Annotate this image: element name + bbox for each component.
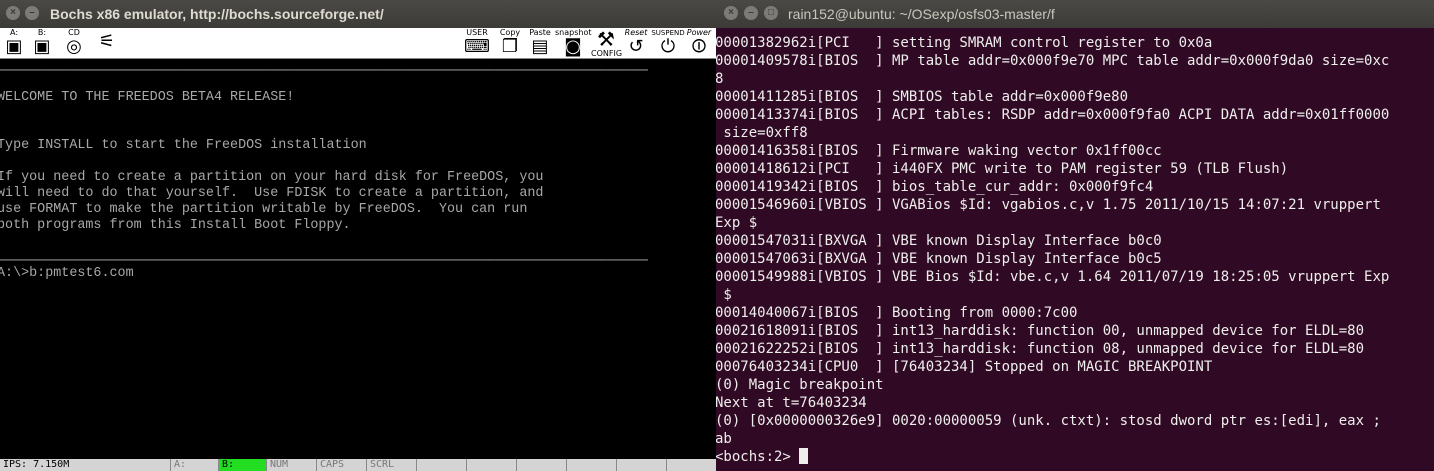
screen-line: If you need to create a partition on you… (0, 170, 544, 185)
bochs-statusbar: IPS: 7.150M A: B: NUM CAPS SCRL (0, 459, 716, 471)
suspend-button[interactable]: SUSPEND ⏻ (651, 29, 685, 58)
terminal-line: 00001409578i[BIOS ] MP table addr=0x000f… (716, 53, 1390, 69)
terminal-line: 00076403234i[CPU0 ] [76403234] Stopped o… (716, 359, 1213, 375)
terminal-line: (0) [0x0000000326e9] 0020:00000059 (unk.… (716, 413, 1381, 429)
terminal-line: ab (716, 431, 732, 447)
text-cursor (799, 448, 809, 464)
terminal-line: size=0xff8 (716, 125, 808, 141)
terminal-prompt-line[interactable]: <bochs:2> (716, 448, 809, 466)
terminal-line: 00001418612i[PCI ] i440FX PMC write to P… (716, 161, 1289, 177)
user-button[interactable]: USER ⌨ (462, 29, 492, 58)
terminal-line: $ (716, 287, 732, 303)
bochs-toolbar: A: ▣ B: ▣ CD ◎ ⚟ USER ⌨ Copy ❐ Paste ▤ s… (0, 28, 716, 59)
caps-lock-status: CAPS (316, 459, 366, 471)
status-slot (466, 459, 516, 471)
terminal-line: 00001382962i[PCI ] setting SMRAM control… (716, 35, 1213, 51)
paste-button[interactable]: Paste ▤ (527, 29, 553, 58)
screen-line: WELCOME TO THE FREEDOS BETA4 RELEASE! (0, 90, 295, 105)
terminal-output[interactable]: 00001382962i[PCI ] setting SMRAM control… (716, 32, 1434, 471)
bochs-titlebar: × – Bochs x86 emulator, http://bochs.sou… (0, 0, 716, 28)
emulator-screen[interactable]: ────────────────────────────────────────… (0, 59, 716, 459)
terminal-line: 00001416358i[BIOS ] Firmware waking vect… (716, 143, 1162, 159)
terminal-line: 00001549988i[VBIOS ] VBE Bios $Id: vbe.c… (716, 269, 1390, 285)
num-lock-status: NUM (266, 459, 316, 471)
status-slot (616, 459, 666, 471)
tools-icon: ⚒ (597, 27, 615, 51)
window-title: Bochs x86 emulator, http://bochs.sourcef… (50, 6, 384, 22)
floppy-a-status: A: (170, 459, 218, 471)
screen-line: use FORMAT to make the partition writabl… (0, 202, 528, 217)
terminal-line: 00001547031i[BXVGA ] VBE known Display I… (716, 233, 1162, 249)
terminal-titlebar: × – □ rain152@ubuntu: ~/OSexp/osfs03-mas… (716, 0, 1434, 28)
usb-button[interactable]: ⚟ (92, 29, 122, 58)
bochs-window: × – Bochs x86 emulator, http://bochs.sou… (0, 0, 716, 471)
config-button[interactable]: ⚒ CONFIG (591, 27, 623, 58)
terminal-line: Next at t=76403234 (716, 395, 867, 411)
status-slot (566, 459, 616, 471)
floppy-b-status: B: (218, 459, 266, 471)
terminal-line: 00001547063i[BXVGA ] VBE known Display I… (716, 251, 1162, 267)
status-slot (516, 459, 566, 471)
screen-line: both programs from this Install Boot Flo… (0, 218, 351, 233)
terminal-window: × – □ rain152@ubuntu: ~/OSexp/osfs03-mas… (716, 0, 1434, 471)
camera-icon: ◙ (564, 36, 582, 57)
terminal-line: 00001546960i[VBIOS ] VGABios $Id: vgabio… (716, 197, 1381, 213)
terminal-line: 00001411285i[BIOS ] SMBIOS table addr=0x… (716, 89, 1129, 105)
floppy-b-button[interactable]: B: ▣ (30, 29, 54, 58)
terminal-line: 00001413374i[BIOS ] ACPI tables: RSDP ad… (716, 107, 1390, 123)
terminal-line: 8 (716, 71, 724, 87)
terminal-line: Exp $ (716, 215, 758, 231)
floppy-a-button[interactable]: A: ▣ (2, 29, 26, 58)
screen-line: Type INSTALL to start the FreeDOS instal… (0, 138, 367, 153)
cdrom-icon: ◎ (66, 36, 82, 57)
terminal-prompt: <bochs:2> (716, 449, 800, 465)
floppy-icon: ▣ (5, 36, 23, 57)
terminal-line: 00021618091i[BIOS ] int13_harddisk: func… (716, 323, 1365, 339)
cdrom-button[interactable]: CD ◎ (60, 29, 88, 58)
status-slot (666, 459, 716, 471)
minimize-icon[interactable]: – (25, 6, 39, 20)
power-icon: ⏼ (691, 36, 707, 57)
terminal-line: 00001419342i[BIOS ] bios_table_cur_addr:… (716, 179, 1154, 195)
scroll-lock-status: SCRL (366, 459, 416, 471)
config-label: CONFIG (591, 49, 623, 58)
ips-status: IPS: 7.150M (3, 459, 70, 470)
floppy-icon: ▣ (33, 36, 51, 57)
minimize-icon[interactable]: – (744, 6, 758, 20)
usb-icon: ⚟ (98, 31, 116, 52)
reset-icon: ↺ (628, 36, 644, 57)
paste-icon: ▤ (531, 36, 549, 57)
terminal-line: (0) Magic breakpoint (716, 377, 884, 393)
terminal-line: 00014040067i[BIOS ] Booting from 0000:7c… (716, 305, 1078, 321)
reset-button[interactable]: Reset ↺ (621, 29, 651, 58)
screen-line: A:\>b:pmtest6.com (0, 266, 134, 281)
window-title: rain152@ubuntu: ~/OSexp/osfs03-master/f (788, 6, 1055, 22)
snapshot-button[interactable]: snapshot ◙ (555, 29, 592, 58)
screen-line: will need to do that yourself. Use FDISK… (0, 186, 544, 201)
power-button[interactable]: Power ⏼ (684, 29, 714, 58)
screen-line: ────────────────────────────────────────… (0, 64, 648, 79)
maximize-icon[interactable]: □ (764, 6, 778, 20)
terminal-line: 00021622252i[BIOS ] int13_harddisk: func… (716, 341, 1365, 357)
suspend-icon: ⏻ (660, 36, 676, 57)
close-icon[interactable]: × (724, 6, 738, 20)
close-icon[interactable]: × (6, 6, 20, 20)
keyboard-icon: ⌨ (464, 36, 490, 57)
status-slot (416, 459, 466, 471)
copy-button[interactable]: Copy ❐ (497, 29, 523, 58)
copy-icon: ❐ (501, 36, 519, 57)
